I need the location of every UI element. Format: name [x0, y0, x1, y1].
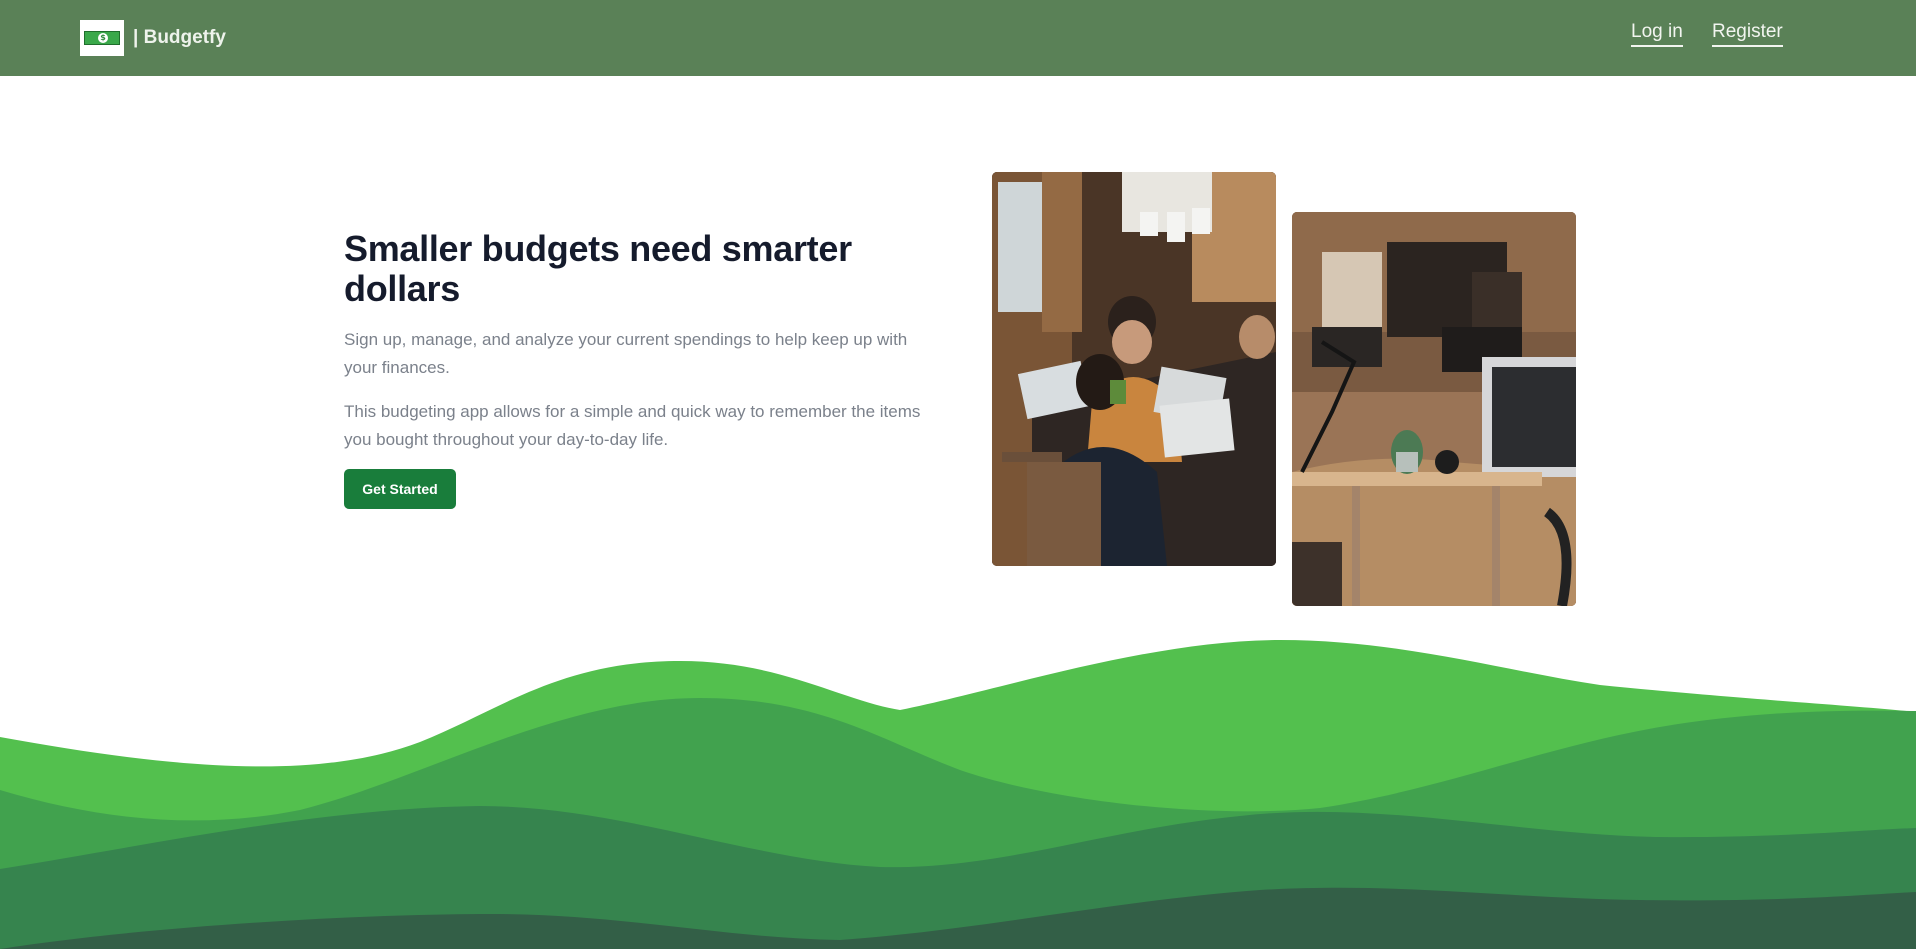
brand-link[interactable]: $ | Budgetfy [80, 20, 226, 56]
register-link[interactable]: Register [1712, 21, 1783, 47]
hero-description-secondary: This budgeting app allows for a simple a… [344, 402, 921, 449]
office-workspace-photo [1292, 212, 1576, 606]
navbar: $ | Budgetfy Log in Register [0, 0, 1916, 76]
decorative-waves [0, 640, 1916, 949]
get-started-button[interactable]: Get Started [344, 469, 456, 509]
hero-title: Smaller budgets need smarter dollars [344, 228, 852, 309]
hero-description: Sign up, manage, and analyze your curren… [344, 330, 908, 377]
login-link[interactable]: Log in [1631, 21, 1683, 47]
team-working-photo [992, 172, 1276, 566]
brand-name: | Budgetfy [133, 27, 226, 48]
dollar-bill-icon: $ [80, 20, 124, 56]
